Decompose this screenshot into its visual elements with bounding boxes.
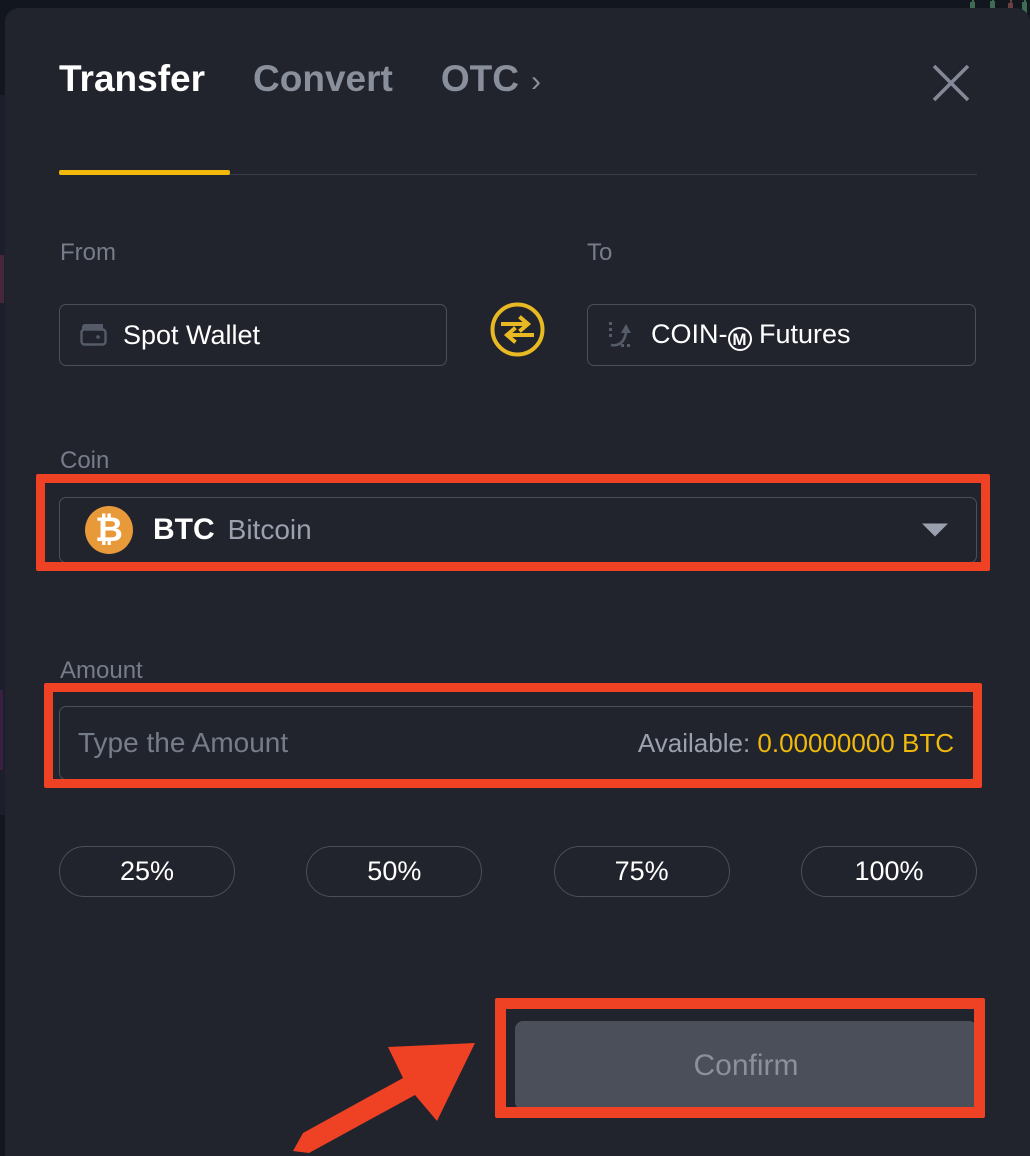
close-icon xyxy=(932,64,970,102)
tab-convert[interactable]: Convert xyxy=(253,60,393,97)
to-wallet-prefix: COIN- xyxy=(651,319,728,349)
background-marker xyxy=(0,690,3,770)
tab-otc-label: OTC xyxy=(440,58,519,99)
tab-otc[interactable]: OTC › xyxy=(441,60,541,97)
amount-label: Amount xyxy=(60,657,143,684)
available-balance: Available: 0.00000000 BTC xyxy=(638,728,954,759)
background-marker xyxy=(0,255,4,303)
coin-name: Bitcoin xyxy=(227,514,312,545)
to-wallet-suffix: Futures xyxy=(759,319,851,349)
to-label: To xyxy=(587,239,613,266)
transfer-modal: Transfer Convert OTC › From Spot Wallet … xyxy=(5,8,1030,1156)
screen: Transfer Convert OTC › From Spot Wallet … xyxy=(0,0,1030,1156)
from-wallet-value: Spot Wallet xyxy=(123,319,261,350)
to-wallet-select[interactable]: COIN- M Futures xyxy=(587,304,976,366)
tab-transfer[interactable]: Transfer xyxy=(59,60,205,97)
close-button[interactable] xyxy=(928,60,974,106)
confirm-button[interactable]: Confirm xyxy=(515,1021,977,1110)
coin-select[interactable]: ₿ BTC Bitcoin xyxy=(59,497,977,563)
percent-button-75[interactable]: 75% xyxy=(553,846,730,897)
percent-button-100[interactable]: 100% xyxy=(800,846,977,897)
percent-button-25[interactable]: 25% xyxy=(59,846,235,897)
chevron-down-icon xyxy=(922,523,948,537)
coin-label: Coin xyxy=(60,447,110,474)
futures-trend-icon xyxy=(607,320,637,350)
swap-arrows-icon xyxy=(490,302,545,357)
available-label: Available: xyxy=(637,727,751,758)
available-value: 0.00000000 BTC xyxy=(757,727,954,758)
chevron-right-icon: › xyxy=(530,65,541,98)
to-wallet-value: COIN- M Futures xyxy=(651,319,851,351)
from-label: From xyxy=(60,239,116,266)
percent-button-50[interactable]: 50% xyxy=(306,846,483,897)
coin-symbol: BTC xyxy=(153,513,215,546)
tab-active-underline xyxy=(59,170,230,175)
amount-field[interactable]: Available: 0.00000000 BTC xyxy=(59,706,977,780)
modal-tabs: Transfer Convert OTC › xyxy=(59,60,589,97)
from-wallet-select[interactable]: Spot Wallet xyxy=(59,304,447,366)
wallet-icon xyxy=(79,320,109,350)
margin-badge-icon: M xyxy=(727,327,752,351)
bitcoin-logo-icon: ₿ xyxy=(85,506,133,554)
amount-input[interactable] xyxy=(78,727,558,759)
swap-direction-button[interactable] xyxy=(489,301,546,358)
percent-shortcuts: 25% 50% 75% 100% xyxy=(59,846,977,897)
